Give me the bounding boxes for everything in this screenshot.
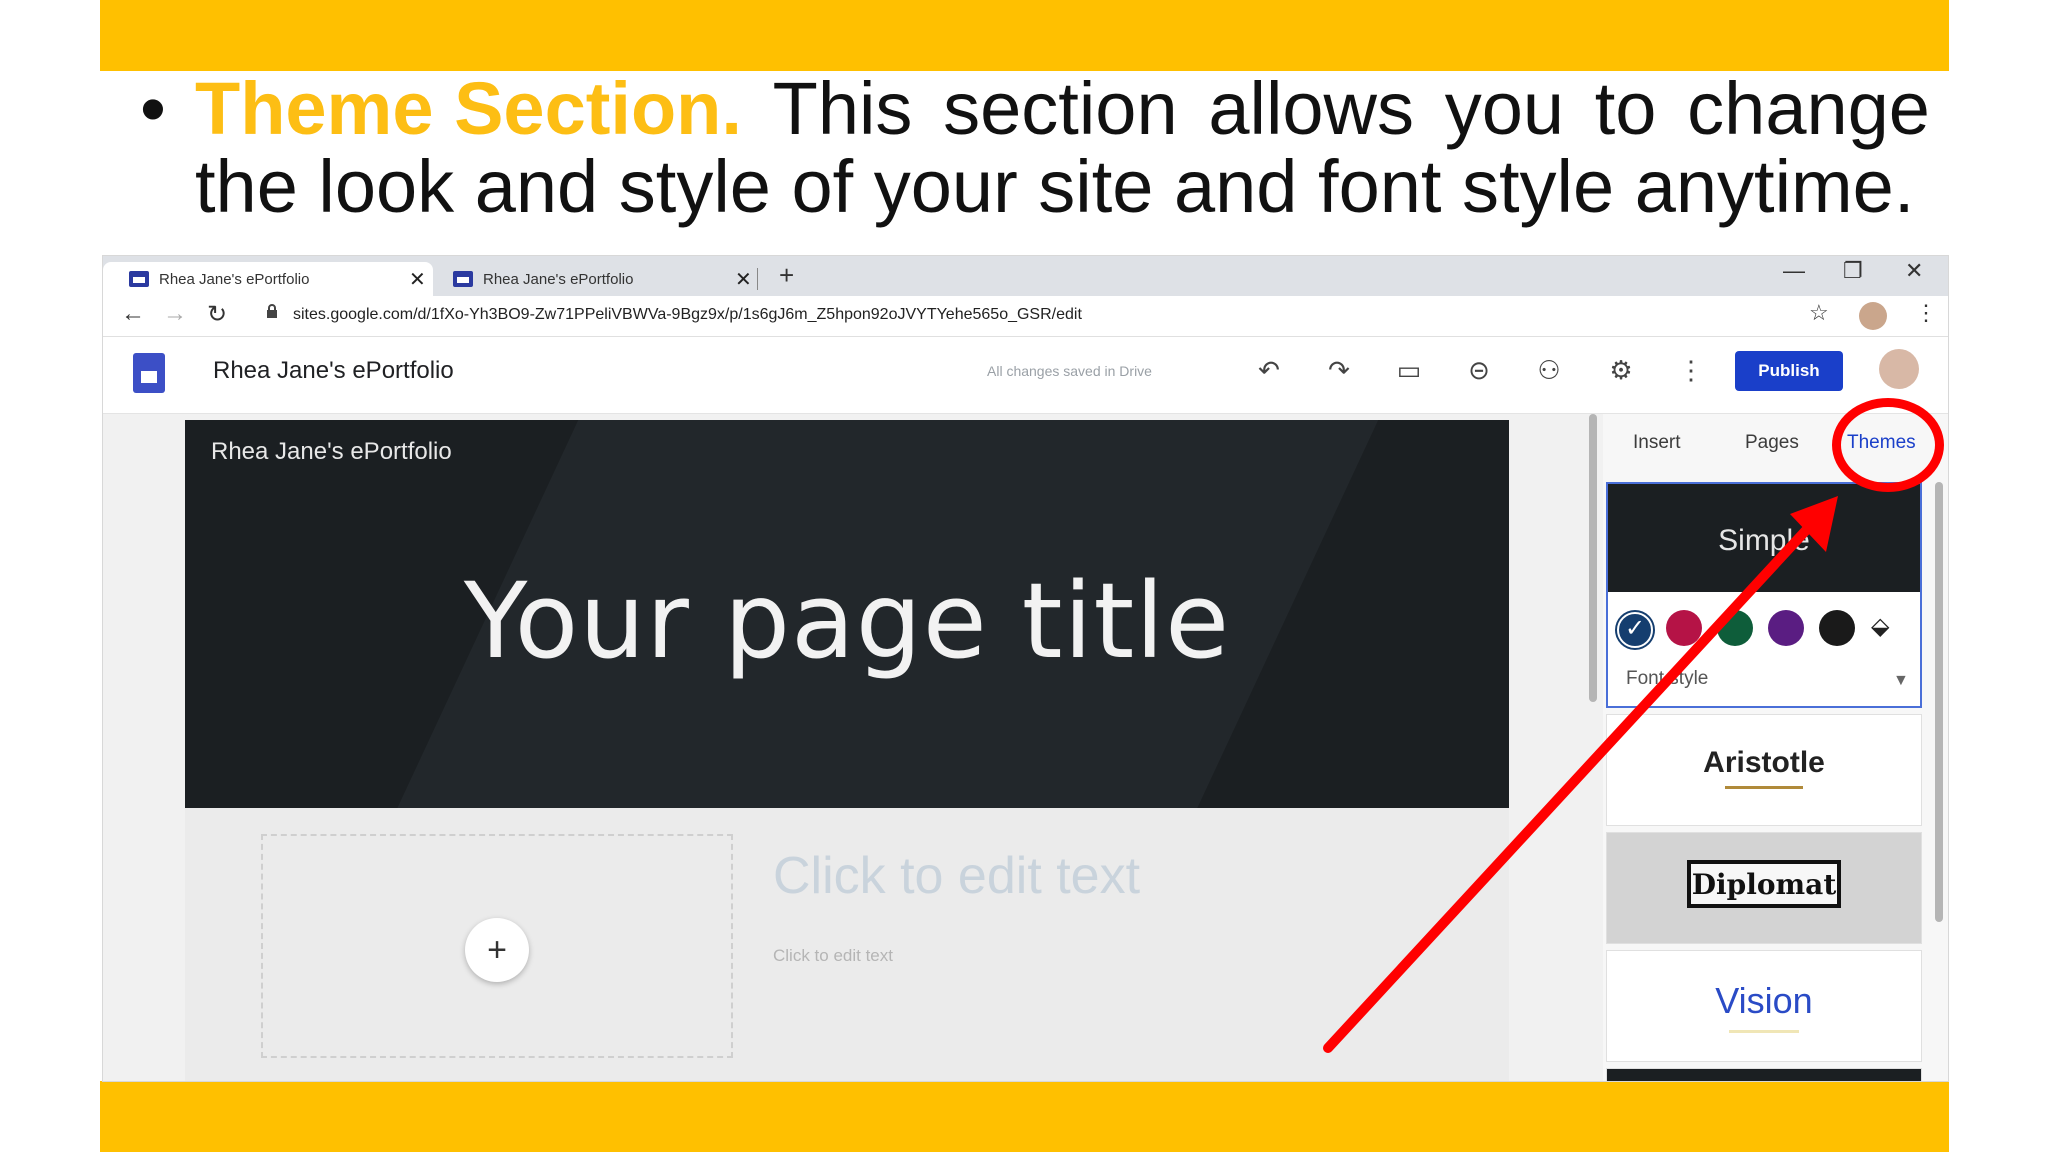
headline-line-1: Theme Section. This section allows you t…: [195, 70, 1930, 148]
bookmark-star-icon[interactable]: ☆: [1809, 300, 1829, 326]
site-name[interactable]: Rhea Jane's ePortfolio: [211, 438, 452, 466]
browser-window: Rhea Jane's ePortfolio ✕ Rhea Jane's ePo…: [103, 256, 1948, 1081]
sites-app-bar: Rhea Jane's ePortfolio All changes saved…: [103, 337, 1948, 414]
site-document-title[interactable]: Rhea Jane's ePortfolio: [213, 357, 454, 385]
publish-button[interactable]: Publish: [1735, 351, 1843, 391]
undo-icon[interactable]: ↶: [1251, 355, 1287, 386]
close-tab-icon[interactable]: ✕: [735, 267, 752, 292]
minimize-icon[interactable]: —: [1783, 258, 1805, 284]
lock-icon: [266, 304, 278, 322]
check-icon: ✓: [1625, 615, 1646, 642]
theme-name-vision: Vision: [1715, 980, 1813, 1021]
browser-menu-icon[interactable]: ⋮: [1915, 300, 1937, 326]
color-swatch-red[interactable]: [1666, 610, 1702, 646]
theme-name-simple: Simple: [1718, 524, 1810, 557]
bullet: •: [140, 67, 166, 150]
color-swatch-blue[interactable]: ✓: [1617, 612, 1653, 648]
google-sites-favicon-icon: [129, 271, 149, 287]
url-field[interactable]: sites.google.com/d/1fXo-Yh3BO9-Zw71PPeli…: [293, 306, 1082, 324]
address-bar: ← → ↻ sites.google.com/d/1fXo-Yh3BO9-Zw7…: [103, 296, 1948, 337]
settings-gear-icon[interactable]: ⚙: [1603, 355, 1639, 386]
headline-word: change: [1687, 67, 1930, 150]
more-options-icon[interactable]: ⋮: [1673, 355, 1709, 386]
close-window-icon[interactable]: ✕: [1905, 258, 1923, 284]
headline-word: This: [772, 67, 913, 150]
theme-name-aristotle: Aristotle: [1703, 746, 1825, 779]
headline-word: you: [1444, 67, 1565, 150]
headline-highlight: Theme Section.: [195, 67, 742, 150]
tab-title: Rhea Jane's ePortfolio: [159, 270, 310, 288]
tab-divider: [757, 268, 758, 290]
new-tab-button[interactable]: +: [779, 260, 794, 291]
account-avatar[interactable]: [1879, 349, 1919, 389]
tab-pages[interactable]: Pages: [1745, 432, 1799, 454]
bottom-yellow-band: [100, 1081, 1949, 1152]
browser-tab-active[interactable]: Rhea Jane's ePortfolio ✕: [103, 262, 433, 296]
theme-underline: [1729, 1030, 1799, 1033]
close-tab-icon[interactable]: ✕: [409, 267, 426, 292]
reload-icon[interactable]: ↻: [207, 300, 227, 329]
color-swatch-green[interactable]: [1717, 610, 1753, 646]
google-sites-favicon-icon: [453, 271, 473, 287]
preview-icon[interactable]: ▭: [1391, 355, 1427, 386]
color-swatch-black[interactable]: [1819, 610, 1855, 646]
headline-line-2: the look and style of your site and font…: [195, 145, 1915, 228]
text-box-body[interactable]: Click to edit text: [773, 946, 893, 966]
copy-link-icon[interactable]: ⊝: [1461, 355, 1497, 386]
redo-icon[interactable]: ↷: [1321, 355, 1357, 386]
tab-strip: Rhea Jane's ePortfolio ✕ Rhea Jane's ePo…: [103, 256, 1948, 296]
headline-word: section: [943, 67, 1178, 150]
page-title[interactable]: Your page title: [185, 560, 1509, 682]
theme-underline: [1725, 786, 1803, 789]
add-image-button[interactable]: +: [465, 918, 529, 982]
top-yellow-band: [100, 0, 1949, 71]
panel-scrollbar[interactable]: [1935, 482, 1943, 922]
highlight-circle: [1832, 398, 1944, 492]
font-style-dropdown[interactable]: Font style: [1626, 668, 1708, 690]
google-sites-logo-icon[interactable]: [133, 353, 165, 393]
paint-bucket-icon[interactable]: ⬙: [1871, 612, 1889, 641]
profile-avatar[interactable]: [1859, 302, 1887, 330]
back-icon[interactable]: ←: [121, 300, 145, 328]
text-box-heading[interactable]: Click to edit text: [773, 846, 1140, 906]
save-status: All changes saved in Drive: [987, 363, 1152, 379]
browser-tab[interactable]: Rhea Jane's ePortfolio ✕: [443, 262, 773, 296]
headline-word: allows: [1208, 67, 1414, 150]
restore-icon[interactable]: ❐: [1843, 258, 1863, 284]
tab-insert[interactable]: Insert: [1633, 432, 1681, 454]
tab-title: Rhea Jane's ePortfolio: [483, 270, 634, 288]
dropdown-caret-icon[interactable]: ▼: [1893, 672, 1909, 690]
headline-word: to: [1594, 67, 1657, 150]
color-swatch-purple[interactable]: [1768, 610, 1804, 646]
theme-card-next[interactable]: [1606, 1068, 1922, 1081]
page-header-banner[interactable]: Rhea Jane's ePortfolio Your page title: [185, 420, 1509, 808]
forward-icon[interactable]: →: [163, 300, 187, 328]
theme-name-diplomat: Diplomat: [1687, 860, 1841, 908]
canvas-scrollbar[interactable]: [1589, 414, 1597, 702]
share-icon[interactable]: ⚇: [1531, 355, 1567, 386]
